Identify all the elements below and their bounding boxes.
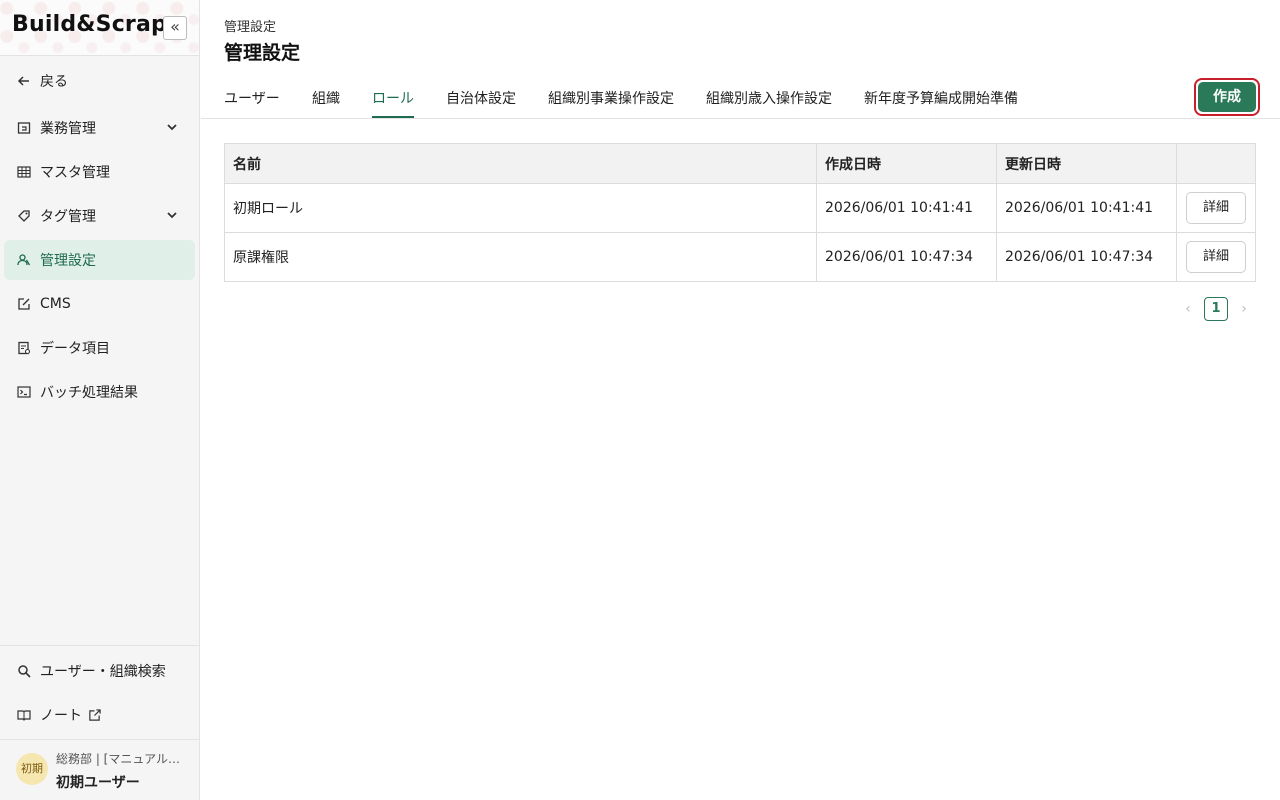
role-name: 初期ロール — [233, 201, 303, 217]
app-logo[interactable]: Build&Scrap — [12, 12, 167, 37]
tab-org-revenue-settings[interactable]: 組織別歳入操作設定 — [706, 88, 832, 108]
user-name: 初期ユーザー — [56, 775, 140, 791]
column-header-name: 名前 — [233, 156, 261, 173]
column-header-actions — [1176, 144, 1255, 183]
detail-button[interactable]: 詳細 — [1186, 241, 1246, 273]
sidebar-item-master[interactable]: マスタ管理 — [4, 152, 195, 192]
tab-bar: ユーザー 組織 ロール 自治体設定 組織別事業操作設定 組織別歳入操作設定 新年… — [201, 76, 1280, 119]
terminal-icon — [16, 384, 32, 400]
chevron-down-icon[interactable] — [165, 120, 179, 134]
sidebar-item-data-fields[interactable]: データ項目 — [4, 328, 195, 368]
roles-table: 名前 作成日時 更新日時 初期ロール 2026/06/01 10:41:41 2… — [224, 143, 1256, 282]
tag-icon — [16, 208, 32, 224]
table-row: 初期ロール 2026/06/01 10:41:41 2026/06/01 10:… — [225, 183, 1255, 232]
user-profile[interactable]: 初期 総務部 | [マニュアル… 初期ユーザー — [0, 740, 199, 800]
tab-new-fiscal-year-prep[interactable]: 新年度予算編成開始準備 — [864, 88, 1018, 108]
sidebar-item-cms[interactable]: CMS — [4, 284, 195, 324]
avatar: 初期 — [16, 753, 48, 785]
detail-button[interactable]: 詳細 — [1186, 192, 1246, 224]
create-button[interactable]: 作成 — [1194, 78, 1260, 116]
logo-bar: Build&Scrap « — [0, 0, 199, 56]
document-icon — [16, 340, 32, 356]
create-button-label: 作成 — [1198, 82, 1256, 112]
tab-municipality-settings[interactable]: 自治体設定 — [446, 88, 516, 108]
back-label: 戻る — [40, 74, 68, 90]
edit-icon — [16, 296, 32, 312]
business-icon — [16, 120, 32, 136]
back-link[interactable]: 戻る — [4, 61, 195, 101]
user-organization: 総務部 | [マニュアル… — [56, 752, 180, 766]
sidebar-item-tags[interactable]: タグ管理 — [4, 196, 195, 236]
created-at: 2026/06/01 10:41:41 — [816, 184, 996, 232]
collapse-sidebar-button[interactable]: « — [163, 16, 187, 40]
page-number-current[interactable]: 1 — [1204, 297, 1228, 321]
sidebar-item-notes[interactable]: ノート — [4, 695, 195, 735]
role-name: 原課権限 — [233, 250, 289, 266]
sidebar-item-label: データ項目 — [40, 341, 110, 357]
column-header-updated: 更新日時 — [996, 144, 1176, 183]
prev-page-button[interactable]: ‹ — [1178, 301, 1198, 317]
main-content: 管理設定 管理設定 ユーザー 組織 ロール 自治体設定 組織別事業操作設定 組織… — [201, 0, 1280, 800]
tab-users[interactable]: ユーザー — [224, 88, 280, 108]
next-page-button[interactable]: › — [1234, 301, 1254, 317]
actions-cell: 詳細 — [1176, 184, 1255, 232]
table-row: 原課権限 2026/06/01 10:47:34 2026/06/01 10:4… — [225, 232, 1255, 281]
tab-org-project-settings[interactable]: 組織別事業操作設定 — [548, 88, 674, 108]
sidebar-item-label: CMS — [40, 296, 71, 312]
sidebar-item-admin-settings[interactable]: 管理設定 — [4, 240, 195, 280]
sidebar-item-user-org-search[interactable]: ユーザー・組織検索 — [4, 651, 195, 691]
sidebar: Build&Scrap « 戻る 業務管理 マスタ管理 タグ管理 管理設定 CM… — [0, 0, 200, 800]
sidebar-item-label: ノート — [40, 708, 82, 724]
updated-at: 2026/06/01 10:41:41 — [996, 184, 1176, 232]
table-icon — [16, 164, 32, 180]
sidebar-item-label: マスタ管理 — [40, 165, 110, 181]
updated-at: 2026/06/01 10:47:34 — [996, 233, 1176, 281]
people-icon — [16, 252, 32, 268]
sidebar-item-label: ユーザー・組織検索 — [40, 664, 166, 680]
arrow-left-icon — [16, 73, 32, 89]
created-at: 2026/06/01 10:47:34 — [816, 233, 996, 281]
sidebar-item-business[interactable]: 業務管理 — [4, 108, 195, 148]
search-icon — [16, 663, 32, 679]
actions-cell: 詳細 — [1176, 233, 1255, 281]
sidebar-item-label: 管理設定 — [40, 253, 96, 269]
sidebar-divider — [0, 645, 199, 646]
table-header-row: 名前 作成日時 更新日時 — [225, 144, 1255, 183]
tab-roles[interactable]: ロール — [372, 88, 414, 108]
active-tab-indicator — [372, 116, 414, 118]
external-link-icon — [88, 708, 101, 722]
chevron-down-icon[interactable] — [165, 208, 179, 222]
column-header-created: 作成日時 — [816, 144, 996, 183]
pagination: ‹ 1 › — [1178, 297, 1254, 321]
breadcrumb[interactable]: 管理設定 — [224, 16, 276, 35]
sidebar-item-label: 業務管理 — [40, 121, 96, 137]
tab-organizations[interactable]: 組織 — [312, 88, 340, 108]
book-icon — [16, 707, 32, 723]
sidebar-item-batch-results[interactable]: バッチ処理結果 — [4, 372, 195, 412]
page-title: 管理設定 — [224, 42, 301, 64]
sidebar-item-label: バッチ処理結果 — [40, 385, 138, 401]
sidebar-item-label: タグ管理 — [40, 209, 96, 225]
